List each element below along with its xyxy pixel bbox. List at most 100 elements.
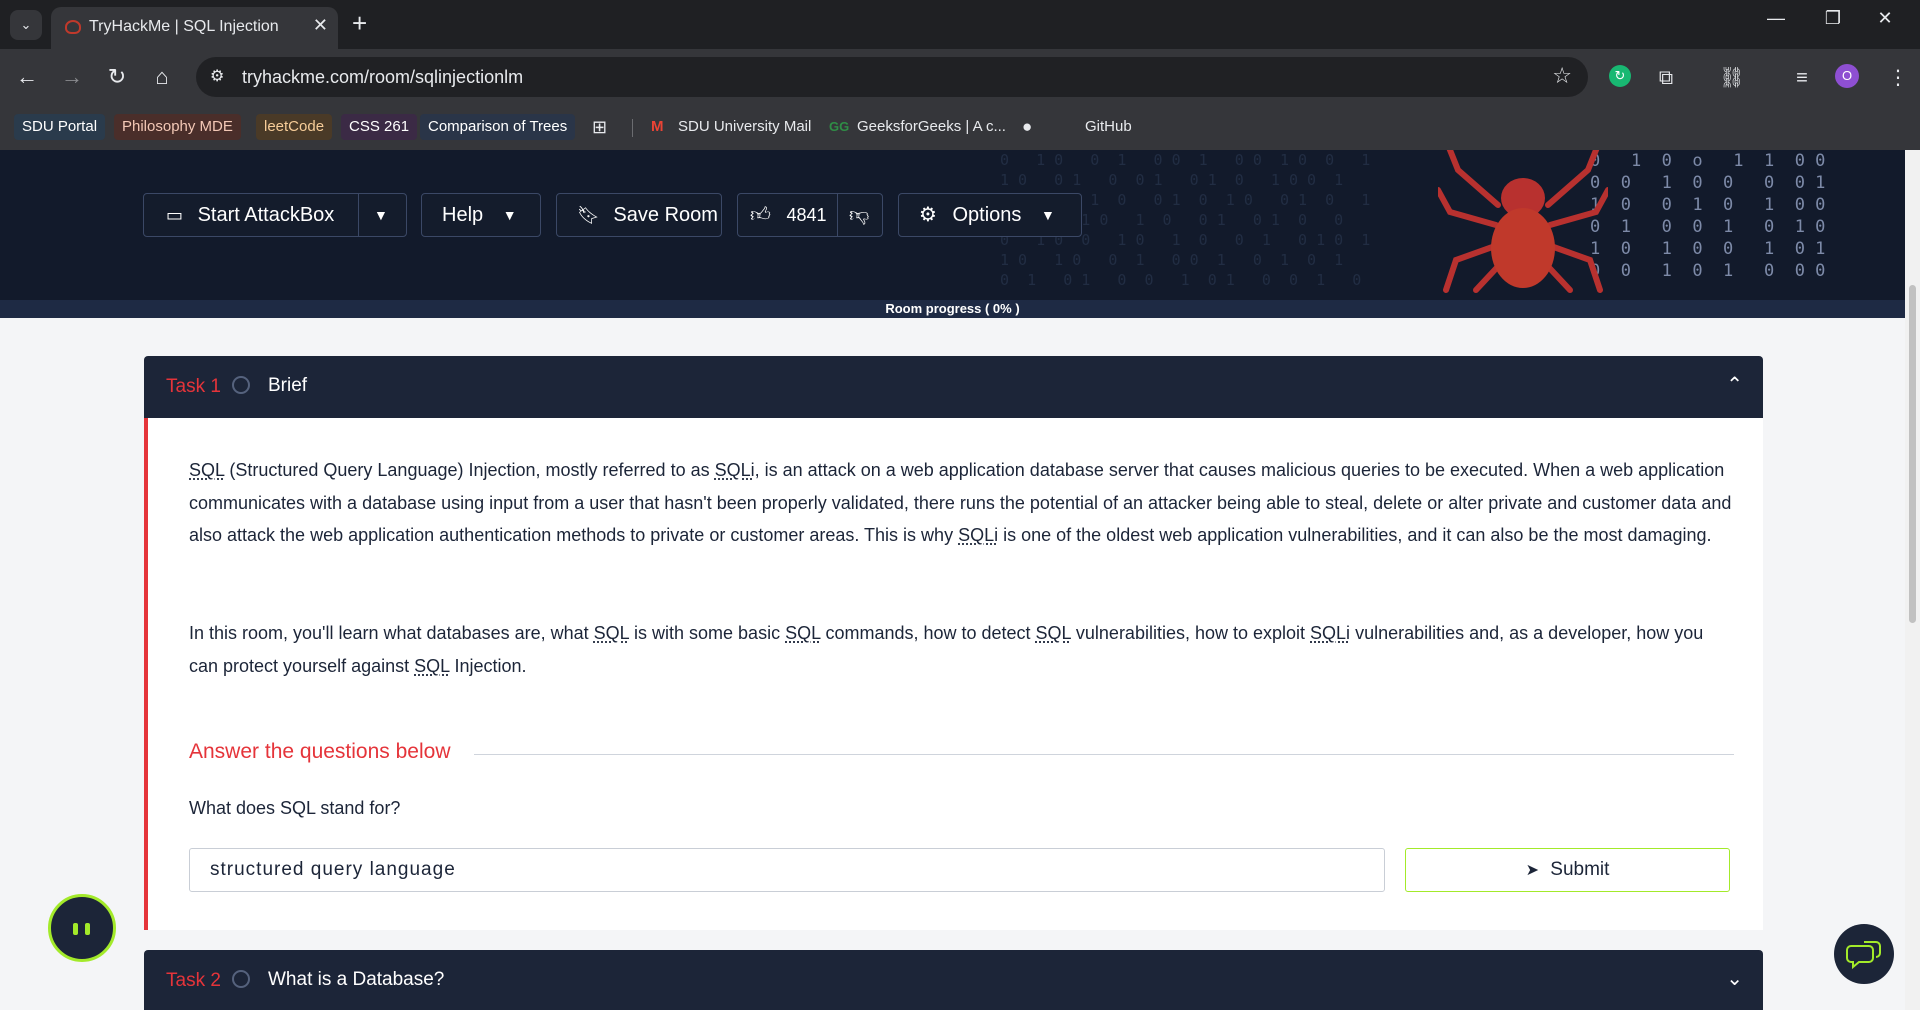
bookmark-css-261[interactable]: CSS 261	[341, 114, 418, 140]
bookmark-philosophy-mde[interactable]: Philosophy MDE	[114, 114, 241, 140]
new-tab-button[interactable]: +	[352, 8, 367, 38]
browser-tab-strip: ⌄ TryHackMe | SQL Injection ✕ + — ❐ ✕	[0, 0, 1920, 49]
chat-bubbles-icon	[1846, 941, 1881, 970]
task-status-circle-icon	[232, 376, 250, 394]
start-attackbox-label: Start AttackBox	[197, 204, 335, 226]
help-dropdown-chevron-icon: ▼	[502, 207, 517, 223]
gmail-icon: M	[651, 118, 664, 135]
chat-support-button[interactable]	[1834, 924, 1894, 984]
paragraph-text: vulnerabilities, how to exploit	[1070, 623, 1311, 643]
bookmark-comparison-of-trees[interactable]: Comparison of Trees	[420, 114, 576, 140]
send-icon: ➤	[1525, 862, 1539, 879]
rating-group: 👍︎ 4841 👎︎	[737, 193, 883, 237]
task-1-header[interactable]: Task 1 Brief ⌃	[144, 356, 1763, 418]
paragraph-text: (Structured Query Language) Injection, m…	[224, 460, 715, 480]
answer-input[interactable]: structured query language	[189, 848, 1385, 892]
submit-label: Submit	[1550, 859, 1610, 880]
scrollbar-thumb[interactable]	[1909, 285, 1916, 623]
question-text: What does SQL stand for?	[189, 798, 401, 818]
browser-tab-active[interactable]: TryHackMe | SQL Injection ✕	[51, 7, 338, 49]
start-attackbox-button[interactable]: ▭ Start AttackBox ▼	[143, 193, 407, 237]
forward-button[interactable]: →	[57, 62, 87, 92]
attackbox-dropdown-chevron-icon[interactable]: ▼	[374, 194, 388, 236]
laptop-icon: ▭	[166, 205, 184, 225]
paragraph-text: In this room, you'll learn what database…	[189, 623, 594, 643]
address-bar[interactable]: ⚙ tryhackme.com/room/sqlinjectionlm ☆	[196, 57, 1588, 97]
task-1-body: SQL (Structured Query Language) Injectio…	[144, 418, 1763, 930]
paragraph-text: is one of the oldest web application vul…	[998, 525, 1712, 545]
bookmarks-separator	[632, 119, 633, 137]
back-button[interactable]: ←	[12, 62, 42, 92]
close-window-button[interactable]: ✕	[1865, 8, 1905, 29]
bot-eye-icon	[73, 923, 78, 935]
task-status-circle-icon	[232, 970, 250, 988]
grammarly-extension-icon[interactable]: ↻	[1609, 65, 1631, 87]
abbreviation-term[interactable]: SQLi	[715, 460, 755, 480]
bookmark-leetcode[interactable]: leetCode	[256, 114, 333, 140]
browser-menu-icon[interactable]: ⋮	[1884, 65, 1912, 91]
task-number: Task 2	[166, 970, 221, 991]
link-icon[interactable]: ⛓	[1718, 65, 1746, 91]
questions-divider	[474, 754, 1734, 755]
paragraph-text: Injection.	[449, 655, 527, 676]
reload-button[interactable]: ↻	[102, 62, 132, 92]
media-controls-icon[interactable]: ≡	[1788, 65, 1816, 91]
binary-pattern-bright: 0 1 0 o 1 1 0 0 0 0 1 0 0 0 0 1 1 0 0 1 …	[1590, 151, 1826, 281]
likes-count: 4841	[786, 205, 827, 225]
tryhackme-favicon-icon	[65, 20, 81, 34]
assistant-bot-button[interactable]	[48, 894, 116, 962]
room-progress-bar: Room progress ( 0% )	[0, 300, 1905, 318]
tab-search-button[interactable]: ⌄	[10, 10, 42, 40]
task-title: What is a Database?	[268, 969, 445, 990]
abbreviation-term[interactable]: SQL	[594, 623, 629, 643]
abbreviation-term[interactable]: SQL	[1036, 623, 1071, 643]
thumbs-up-icon[interactable]: 👍︎	[750, 194, 771, 236]
bookmark-sdu-mail[interactable]: SDU University Mail	[678, 114, 811, 140]
address-url[interactable]: tryhackme.com/room/sqlinjectionlm	[242, 67, 523, 88]
task-paragraph-learn: In this room, you'll learn what database…	[189, 617, 1734, 682]
home-button[interactable]: ⌂	[147, 62, 177, 92]
task-paragraph-intro: SQL (Structured Query Language) Injectio…	[189, 454, 1734, 552]
submit-answer-button[interactable]: ➤ Submit	[1405, 848, 1730, 892]
extensions-puzzle-icon[interactable]: ⧉	[1652, 65, 1680, 91]
tab-close-icon[interactable]: ✕	[313, 15, 328, 36]
browser-toolbar: ← → ↻ ⌂ ⚙ tryhackme.com/room/sqlinjectio…	[0, 49, 1920, 105]
chevron-down-icon[interactable]: ⌄	[1726, 966, 1743, 991]
bot-eye-icon	[85, 923, 90, 935]
site-info-icon[interactable]: ⚙	[210, 66, 224, 86]
tab-title: TryHackMe | SQL Injection	[89, 18, 279, 35]
gfg-icon: GG	[829, 119, 850, 134]
page-scrollbar[interactable]	[1905, 150, 1920, 1010]
abbreviation-term[interactable]: SQL	[414, 656, 449, 676]
restore-window-button[interactable]: ❐	[1813, 8, 1853, 29]
options-dropdown-chevron-icon: ▼	[1041, 207, 1055, 223]
paragraph-text: is with some basic	[629, 623, 786, 643]
profile-avatar[interactable]: O	[1835, 64, 1859, 88]
help-button[interactable]: Help ▼	[421, 193, 541, 237]
abbreviation-term[interactable]: SQLi	[958, 525, 998, 545]
bookmark-github[interactable]: GitHub	[1085, 114, 1132, 140]
gear-icon: ⚙	[919, 204, 937, 226]
save-room-button[interactable]: 🔖︎ Save Room	[556, 193, 722, 237]
room-progress-label: Room progress ( 0% )	[885, 301, 1020, 316]
options-button[interactable]: ⚙ Options ▼	[898, 193, 1082, 237]
abbreviation-term[interactable]: SQLi	[1310, 623, 1350, 643]
abbreviation-term[interactable]: SQL	[189, 460, 224, 480]
rating-divider	[837, 194, 838, 236]
bookmark-sdu-portal[interactable]: SDU Portal	[14, 114, 106, 140]
options-label: Options	[952, 204, 1022, 226]
minimize-window-button[interactable]: —	[1756, 8, 1796, 29]
apps-grid-icon[interactable]: ⊞	[592, 114, 607, 140]
github-icon: ●	[1022, 117, 1033, 136]
bookmark-icon: 🔖︎	[577, 205, 600, 225]
chevron-up-icon[interactable]: ⌃	[1726, 372, 1743, 397]
questions-heading: Answer the questions below	[189, 740, 451, 763]
task-2-header[interactable]: Task 2 What is a Database? ⌄	[144, 950, 1763, 1010]
help-label: Help	[442, 204, 484, 226]
abbreviation-term[interactable]: SQL	[785, 623, 820, 643]
thumbs-down-icon[interactable]: 👎︎	[849, 194, 869, 236]
bookmark-star-icon[interactable]: ☆	[1552, 63, 1572, 89]
paragraph-text: commands, how to detect	[820, 623, 1036, 643]
bookmarks-bar: SDU Portal Philosophy MDE leetCode CSS 2…	[0, 105, 1920, 151]
bookmark-geeksforgeeks[interactable]: GeeksforGeeks | A c...	[857, 114, 1006, 140]
